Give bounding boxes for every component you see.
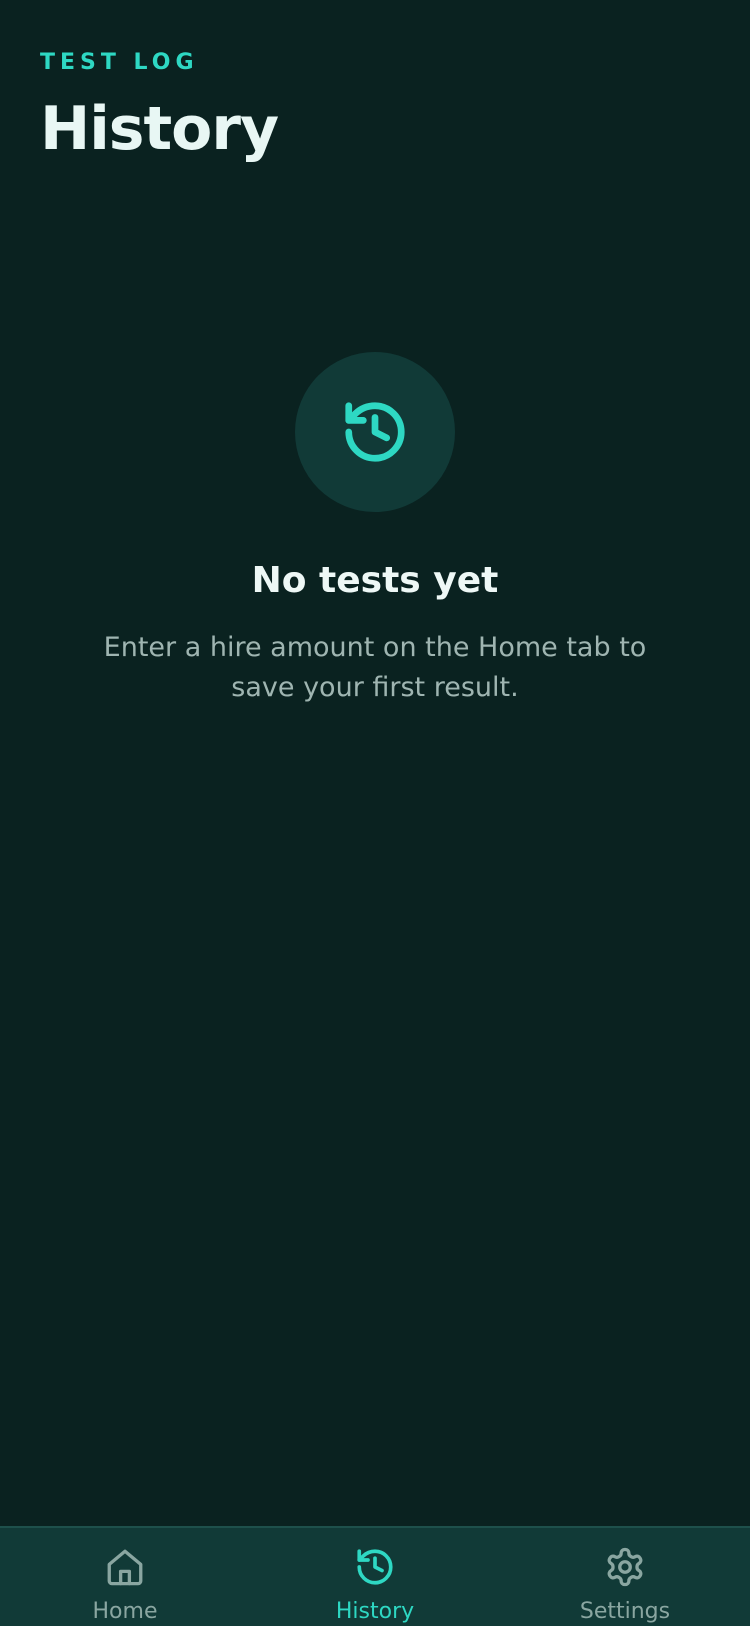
page-title: History xyxy=(40,94,279,164)
page-header: TEST LOG History xyxy=(40,46,279,164)
gear-icon xyxy=(607,1547,643,1587)
tab-settings-label: Settings xyxy=(579,1599,671,1624)
home-icon xyxy=(107,1549,143,1586)
tab-settings[interactable]: Settings xyxy=(500,1528,750,1626)
section-eyebrow: TEST LOG xyxy=(40,50,199,75)
empty-state-icon-circle xyxy=(295,352,455,512)
tab-home-label: Home xyxy=(92,1599,158,1624)
history-icon xyxy=(357,1549,393,1585)
history-icon xyxy=(345,402,405,462)
empty-state-title: No tests yet xyxy=(251,560,499,601)
tab-home[interactable]: Home xyxy=(0,1528,250,1626)
bottom-tab-bar: Home History Settings xyxy=(0,1526,750,1626)
tab-history[interactable]: History xyxy=(250,1528,500,1626)
empty-state-message: Enter a hire amount on the Home tab to s… xyxy=(103,632,647,703)
empty-state: No tests yet Enter a hire amount on the … xyxy=(0,352,750,708)
tab-history-label: History xyxy=(335,1599,415,1624)
